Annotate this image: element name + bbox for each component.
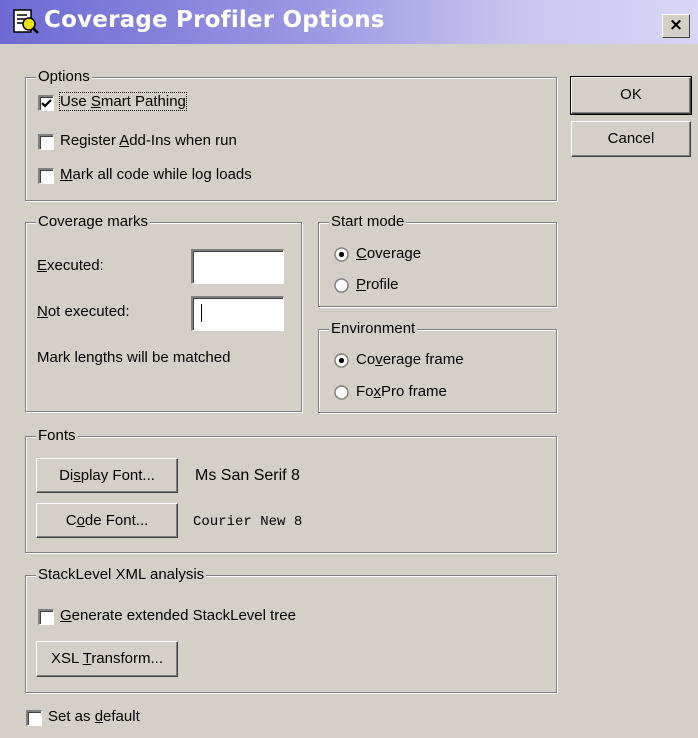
window-title: Coverage Profiler Options <box>44 7 385 33</box>
foxpro-frame-label[interactable]: FoxPro frame <box>356 383 447 400</box>
cancel-button-label: Cancel <box>607 130 655 147</box>
coverage-marks-group: Coverage marks Executed: Not executed: M… <box>25 213 302 412</box>
cancel-button[interactable]: Cancel <box>571 121 691 157</box>
ok-button-label: OK <box>620 86 642 103</box>
fonts-legend: Fonts <box>36 427 78 444</box>
use-smart-pathing-checkbox[interactable] <box>38 95 54 111</box>
stacklevel-group: StackLevel XML analysis Generate extende… <box>25 566 557 693</box>
coverage-frame-label[interactable]: Coverage frame <box>356 351 464 368</box>
executed-mark-input[interactable] <box>191 249 284 284</box>
radio-dot-icon <box>338 357 345 364</box>
text-caret <box>201 304 202 322</box>
coverage-radio-label[interactable]: Coverage <box>356 245 421 262</box>
start-mode-legend: Start mode <box>329 213 407 230</box>
register-addins-label[interactable]: Register Add-Ins when run <box>60 132 237 149</box>
set-as-default-label[interactable]: Set as default <box>48 708 140 725</box>
profile-radio[interactable] <box>334 278 349 293</box>
options-group: Options Use Smart Pathing Register Add-I… <box>25 68 557 201</box>
profile-radio-label[interactable]: Profile <box>356 276 399 293</box>
app-icon <box>13 9 39 34</box>
title-bar[interactable]: Coverage Profiler Options × <box>0 0 698 44</box>
foxpro-frame-radio[interactable] <box>334 385 349 400</box>
display-font-value: Ms San Serif 8 <box>195 467 300 484</box>
checkmark-icon <box>41 99 52 108</box>
coverage-frame-radio[interactable] <box>334 353 349 368</box>
close-icon: × <box>668 15 684 35</box>
display-font-button[interactable]: Display Font... <box>36 458 178 493</box>
executed-label: Executed: <box>37 257 104 274</box>
register-addins-checkbox[interactable] <box>38 134 54 150</box>
mark-all-code-label[interactable]: Mark all code while log loads <box>60 166 252 183</box>
coverage-marks-legend: Coverage marks <box>36 213 151 230</box>
close-button[interactable]: × <box>662 14 690 38</box>
start-mode-group: Start mode Coverage Profile <box>318 213 557 307</box>
mark-all-code-checkbox[interactable] <box>38 168 54 184</box>
fonts-group: Fonts Display Font... Ms San Serif 8 Cod… <box>25 427 557 553</box>
generate-tree-label[interactable]: Generate extended StackLevel tree <box>60 607 296 624</box>
not-executed-label: Not executed: <box>37 303 130 320</box>
coverage-radio[interactable] <box>334 247 349 262</box>
code-font-value: Courier New 8 <box>193 514 303 530</box>
set-as-default-checkbox[interactable] <box>26 710 42 726</box>
radio-dot-icon <box>338 251 345 258</box>
generate-tree-checkbox[interactable] <box>38 609 54 625</box>
use-smart-pathing-label[interactable]: Use Smart Pathing <box>59 92 187 111</box>
mark-lengths-note: Mark lengths will be matched <box>37 349 231 366</box>
code-font-button[interactable]: Code Font... <box>36 503 178 538</box>
environment-group: Environment Coverage frame FoxPro frame <box>318 320 557 413</box>
dialog-window: Coverage Profiler Options × OK Cancel Op… <box>0 0 698 738</box>
xsl-transform-button[interactable]: XSL Transform... <box>36 641 178 677</box>
environment-legend: Environment <box>329 320 418 337</box>
ok-button[interactable]: OK <box>570 76 692 115</box>
options-legend: Options <box>36 68 92 85</box>
not-executed-mark-input[interactable] <box>191 296 284 331</box>
stacklevel-legend: StackLevel XML analysis <box>36 566 207 583</box>
